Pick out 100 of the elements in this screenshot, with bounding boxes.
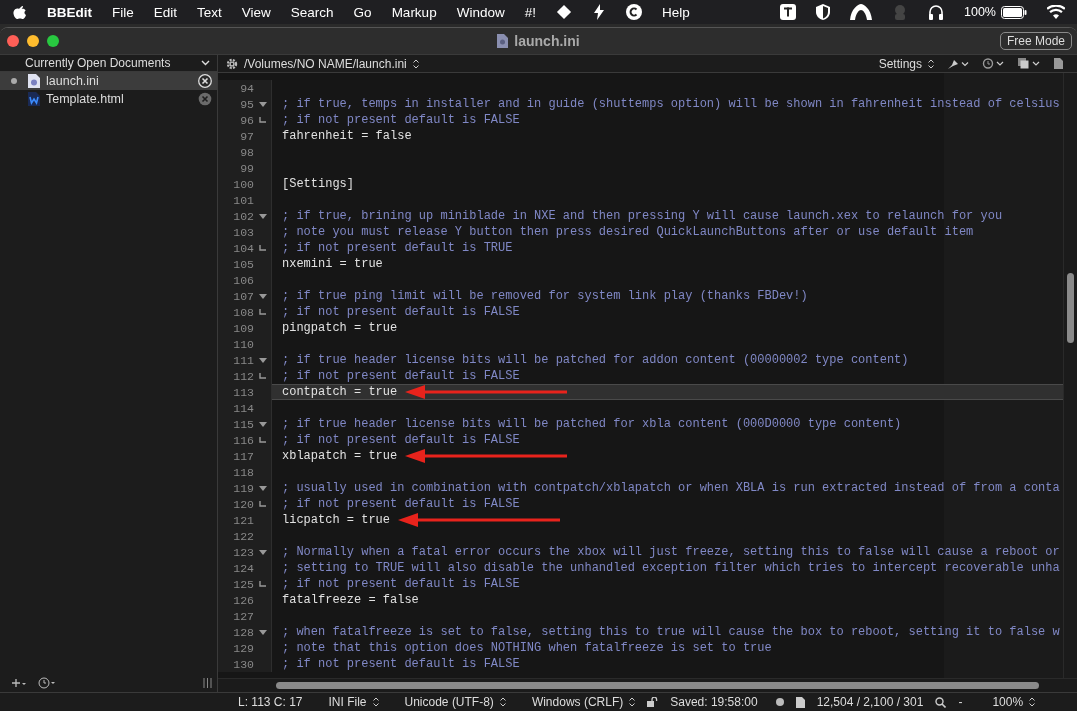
pin-icon[interactable]: [948, 58, 970, 69]
menu-item[interactable]: Search: [290, 4, 334, 20]
line-number: 123: [232, 545, 254, 559]
code-comment: ; setting to TRUE will also disable the unhandled exception filter which tries to intercept recoverable unha: [282, 561, 1060, 575]
line-number: 96: [239, 113, 254, 127]
clock-icon[interactable]: [38, 677, 56, 689]
gear-icon[interactable]: [226, 57, 238, 70]
encoding-menu[interactable]: Unicode (UTF-8): [404, 695, 494, 709]
menu-item[interactable]: Text: [197, 4, 222, 20]
line-number: 116: [232, 433, 254, 447]
menu-item[interactable]: Go: [353, 4, 372, 20]
line-number: 127: [232, 609, 254, 623]
fold-triangle-icon[interactable]: [258, 101, 267, 107]
code-line: pingpatch = true: [282, 321, 398, 335]
line-endings-menu[interactable]: Windows (CRLF): [531, 695, 624, 709]
menu-item[interactable]: View: [241, 4, 271, 20]
line-number: 94: [239, 81, 254, 95]
circle-icon[interactable]: [625, 4, 642, 20]
code-comment: ; when fatalfreeze is set to false, setting this to true will cause the box to reboot, setting it to false w: [282, 625, 1060, 639]
zoom-menu[interactable]: 100%: [992, 695, 1024, 709]
scrollbar-thumb[interactable]: [1067, 273, 1074, 343]
history-icon[interactable]: [982, 58, 1006, 69]
close-button[interactable]: [7, 35, 19, 47]
code-comment: ; if not present default is FALSE: [282, 577, 520, 591]
menu-item[interactable]: File: [112, 4, 134, 20]
bolt-icon[interactable]: [591, 4, 606, 20]
menu-item[interactable]: Markup: [391, 4, 437, 20]
scrollbar-thumb[interactable]: [276, 682, 1039, 689]
sidebar-header[interactable]: Currently Open Documents: [25, 56, 171, 70]
menu-item[interactable]: Edit: [153, 4, 178, 20]
add-icon[interactable]: [12, 678, 26, 688]
search-icon[interactable]: [935, 696, 947, 708]
cursor-position[interactable]: L: 113 C: 17: [238, 695, 303, 709]
square-icon[interactable]: [780, 4, 796, 20]
status-dot-icon: [775, 698, 784, 706]
chevron-down-icon[interactable]: [201, 60, 210, 66]
document-icon: [497, 34, 509, 48]
updown-chevron-icon[interactable]: [629, 697, 636, 707]
updown-chevron-icon[interactable]: [1029, 697, 1036, 707]
code-comment: ; if true header license bits will be patched for xbla content (000D0000 type content): [282, 417, 902, 431]
text-file-icon: [28, 74, 40, 88]
language-menu[interactable]: INI File: [328, 695, 367, 709]
app-menu[interactable]: BBEdit: [47, 4, 92, 20]
wifi-icon[interactable]: [1047, 5, 1065, 19]
minimize-button[interactable]: [27, 35, 39, 47]
battery-icon[interactable]: [1001, 5, 1027, 19]
updown-chevron-icon[interactable]: [499, 697, 506, 707]
line-number: 112: [232, 369, 254, 383]
line-number: 109: [232, 321, 254, 335]
code-comment: ; if not present default is FALSE: [282, 657, 520, 671]
line-number: 102: [232, 209, 254, 223]
document-item[interactable]: Template.html: [0, 90, 217, 108]
fold-triangle-icon[interactable]: [258, 549, 267, 555]
settings-menu[interactable]: Settings: [878, 56, 922, 71]
document-icon[interactable]: [1054, 58, 1063, 69]
fold-triangle-icon[interactable]: [258, 485, 267, 491]
updown-chevron-icon[interactable]: [372, 697, 379, 707]
stack-icon[interactable]: [1018, 58, 1042, 69]
line-number: 126: [232, 593, 254, 607]
menu-item[interactable]: #!: [524, 4, 536, 20]
fold-triangle-icon[interactable]: [258, 293, 267, 299]
fold-triangle-icon[interactable]: [258, 357, 267, 363]
updown-chevron-icon[interactable]: [928, 58, 934, 69]
free-mode-button[interactable]: Free Mode: [999, 32, 1072, 50]
line-number: 129: [232, 641, 254, 655]
line-number: 121: [232, 513, 254, 527]
shield-icon[interactable]: [816, 4, 830, 20]
resize-handle-icon[interactable]: [203, 678, 212, 688]
document-counts[interactable]: 12,504 / 2,100 / 301: [816, 695, 924, 709]
code-line: xblapatch = true: [282, 449, 398, 463]
line-number: 125: [232, 577, 254, 591]
menu-item[interactable]: Window: [456, 4, 505, 20]
document-item[interactable]: launch.ini: [0, 72, 217, 90]
fold-triangle-icon[interactable]: [258, 213, 267, 219]
line-number: 110: [232, 337, 254, 351]
fold-triangle-icon[interactable]: [258, 629, 267, 635]
fold-triangle-icon[interactable]: [258, 421, 267, 427]
line-number: 106: [232, 273, 254, 287]
code-comment: ; if not present default is FALSE: [282, 305, 520, 319]
code-line: nxemini = true: [282, 257, 383, 271]
line-number: 122: [232, 529, 254, 543]
code-comment: ; if not present default is FALSE: [282, 369, 520, 383]
arch-icon[interactable]: [850, 4, 872, 20]
updown-chevron-icon[interactable]: [412, 58, 419, 69]
apple-icon[interactable]: [13, 4, 27, 20]
code-comment: ; note that this option does NOTHING when fatalfreeze is set to true: [282, 641, 772, 655]
unlock-icon[interactable]: [647, 697, 659, 707]
code-comment: ; if not present default is FALSE: [282, 113, 520, 127]
line-number: 103: [232, 225, 254, 239]
line-number: 117: [232, 449, 254, 463]
file-path-menu[interactable]: /Volumes/NO NAME/launch.ini: [244, 56, 407, 71]
zoom-button[interactable]: [47, 35, 59, 47]
headphones-icon[interactable]: [928, 4, 944, 20]
code-comment: ; if true ping limit will be removed for system link play (thanks FBDev!): [282, 289, 808, 303]
code-comment: ; Normally when a fatal error occurs the xbox will just freeze, setting this to false will cause a reboot or: [282, 545, 1060, 559]
close-icon[interactable]: [198, 74, 212, 88]
menu-item[interactable]: Help: [661, 4, 690, 20]
zoom-out-button[interactable]: -: [958, 695, 963, 709]
code-comment: ; if true header license bits will be patched for addon content (00000002 type content): [282, 353, 909, 367]
code-comment: ; if true, temps in installer and in guide (shuttemps option) will be shown in fahrenheit instead of celsius: [282, 97, 1060, 111]
